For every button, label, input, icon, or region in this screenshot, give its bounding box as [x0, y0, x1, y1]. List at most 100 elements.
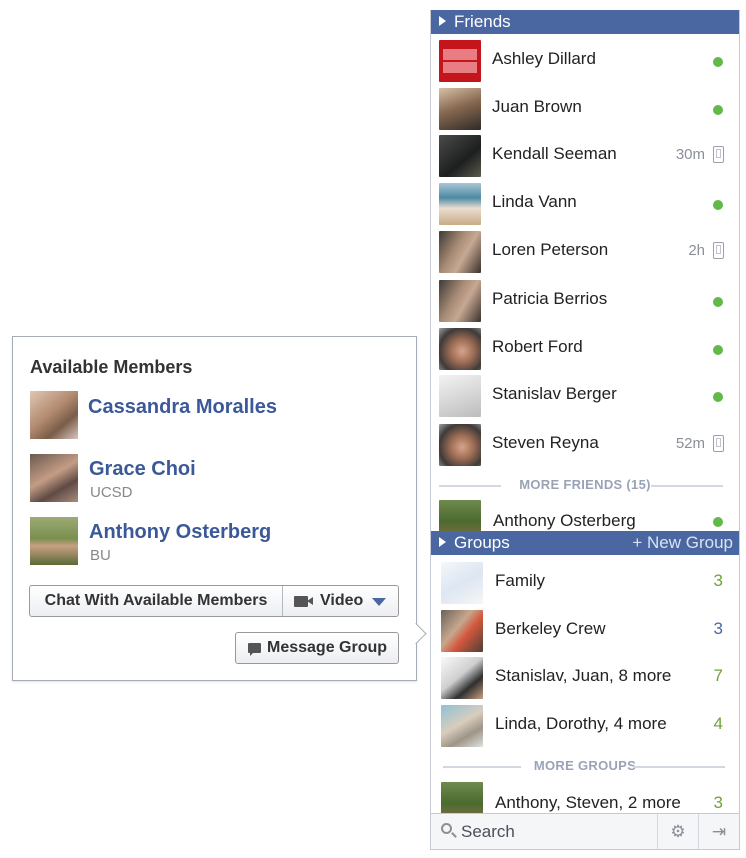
avatar: [441, 782, 483, 813]
friend-name: Steven Reyna: [492, 433, 599, 452]
last-active-time: 52m: [675, 435, 705, 452]
online-status-icon: [713, 517, 723, 527]
friend-name: Ashley Dillard: [492, 49, 596, 68]
avatar: [439, 40, 481, 82]
avatar: [439, 280, 481, 322]
dropdown-caret-icon[interactable]: [372, 598, 386, 606]
avatar: [441, 657, 483, 699]
avatar: [439, 424, 481, 466]
member-network: UCSD: [90, 484, 133, 501]
member-name[interactable]: Grace Choi: [89, 458, 196, 481]
message-group-button[interactable]: Message Group: [235, 632, 399, 664]
friend-row-kendall-seeman[interactable]: Kendall Seeman 30m: [431, 132, 739, 179]
group-online-count: 3: [713, 619, 723, 638]
online-status-icon: [713, 345, 723, 355]
friends-header-label: Friends: [454, 12, 511, 31]
friend-name: Patricia Berrios: [492, 289, 608, 308]
friends-section-header[interactable]: Friends: [431, 10, 739, 34]
groups-header-label: Groups: [454, 533, 510, 552]
mobile-phone-icon: [713, 146, 724, 163]
online-status-icon: [713, 200, 723, 210]
more-groups-divider[interactable]: MORE GROUPS: [431, 758, 739, 773]
friend-row-steven-reyna[interactable]: Steven Reyna 52m: [431, 421, 739, 468]
member-name[interactable]: Cassandra Moralles: [88, 396, 277, 419]
friend-row-robert-ford[interactable]: Robert Ford: [431, 325, 739, 372]
avatar: [439, 183, 481, 225]
group-row-stanislav-juan[interactable]: Stanislav, Juan, 8 more 7: [431, 654, 739, 701]
friend-name: Linda Vann: [492, 192, 577, 211]
online-status-icon: [713, 297, 723, 307]
groups-section-header[interactable]: Groups + New Group: [431, 531, 739, 555]
expand-triangle-icon: [439, 537, 446, 547]
avatar: [439, 135, 481, 177]
friend-name: Robert Ford: [492, 337, 583, 356]
member-grace-choi[interactable]: Grace Choi UCSD: [30, 454, 400, 506]
popout-chat-icon[interactable]: ⇥: [698, 814, 739, 849]
group-online-count: 7: [713, 666, 723, 685]
avatar: [30, 517, 78, 565]
member-anthony-osterberg[interactable]: Anthony Osterberg BU: [30, 517, 400, 569]
avatar: [439, 500, 481, 531]
new-group-link[interactable]: + New Group: [632, 531, 733, 555]
member-cassandra-moralles[interactable]: Cassandra Moralles: [30, 391, 400, 443]
last-active-time: 2h: [688, 242, 705, 259]
group-online-count: 3: [713, 571, 723, 590]
friend-row-loren-peterson[interactable]: Loren Peterson 2h: [431, 228, 739, 275]
friend-name: Loren Peterson: [492, 240, 609, 259]
flyout-title: Available Members: [30, 357, 193, 377]
more-friends-divider[interactable]: MORE FRIENDS (15): [431, 477, 739, 492]
group-name: Stanislav, Juan, 8 more: [495, 666, 672, 685]
avatar: [441, 610, 483, 652]
group-flyout: Available Members Cassandra Moralles Gra…: [12, 336, 417, 681]
group-name: Berkeley Crew: [495, 619, 606, 638]
friend-row-anthony-osterberg[interactable]: Anthony Osterberg: [431, 497, 739, 531]
speech-bubble-icon: [248, 643, 261, 656]
friend-row-patricia-berrios[interactable]: Patricia Berrios: [431, 277, 739, 324]
member-name[interactable]: Anthony Osterberg: [89, 521, 271, 544]
member-network: BU: [90, 547, 111, 564]
avatar: [441, 562, 483, 604]
video-button[interactable]: Video: [282, 586, 398, 616]
online-status-icon: [713, 105, 723, 115]
friend-name: Kendall Seeman: [492, 144, 617, 163]
more-groups-label: MORE GROUPS: [533, 758, 637, 773]
message-group-label: Message Group: [267, 639, 388, 656]
chat-with-available-members-button[interactable]: Chat With Available Members: [30, 586, 283, 616]
chat-search-bar: Search ⚙ ⇥: [431, 813, 739, 849]
search-icon: [441, 823, 452, 834]
group-name: Linda, Dorothy, 4 more: [495, 714, 667, 733]
avatar: [439, 375, 481, 417]
mobile-phone-icon: [713, 242, 724, 259]
avatar: [441, 705, 483, 747]
search-input[interactable]: Search: [461, 822, 515, 842]
group-online-count: 4: [713, 714, 723, 733]
friend-name: Anthony Osterberg: [493, 511, 636, 530]
group-row-berkeley-crew[interactable]: Berkeley Crew 3: [431, 607, 739, 654]
mobile-phone-icon: [713, 435, 724, 452]
avatar: [439, 328, 481, 370]
chat-sidebar: Friends Ashley Dillard Juan Brown Kendal…: [430, 10, 740, 850]
group-row-anthony-steven[interactable]: Anthony, Steven, 2 more 3: [431, 779, 739, 813]
friend-row-juan-brown[interactable]: Juan Brown: [431, 85, 739, 132]
group-name: Family: [495, 571, 546, 590]
online-status-icon: [713, 392, 723, 402]
friend-row-stanislav-berger[interactable]: Stanislav Berger: [431, 372, 739, 419]
avatar: [30, 391, 78, 439]
avatar: [439, 231, 481, 273]
group-online-count: 3: [713, 793, 723, 812]
video-button-label: Video: [320, 592, 364, 609]
expand-triangle-icon: [439, 16, 446, 26]
group-row-linda-dorothy[interactable]: Linda, Dorothy, 4 more 4: [431, 702, 739, 749]
avatar: [30, 454, 78, 502]
friend-name: Juan Brown: [492, 97, 582, 116]
group-row-family[interactable]: Family 3: [431, 559, 739, 606]
friend-row-ashley-dillard[interactable]: Ashley Dillard: [431, 37, 739, 84]
avatar: [439, 88, 481, 130]
chat-button-group: Chat With Available Members Video: [29, 585, 399, 617]
video-camera-icon: [294, 596, 313, 607]
settings-gear-icon[interactable]: ⚙: [657, 814, 698, 849]
friend-name: Stanislav Berger: [492, 384, 617, 403]
friend-row-linda-vann[interactable]: Linda Vann: [431, 180, 739, 227]
last-active-time: 30m: [675, 146, 705, 163]
more-friends-label: MORE FRIENDS (15): [519, 477, 651, 492]
